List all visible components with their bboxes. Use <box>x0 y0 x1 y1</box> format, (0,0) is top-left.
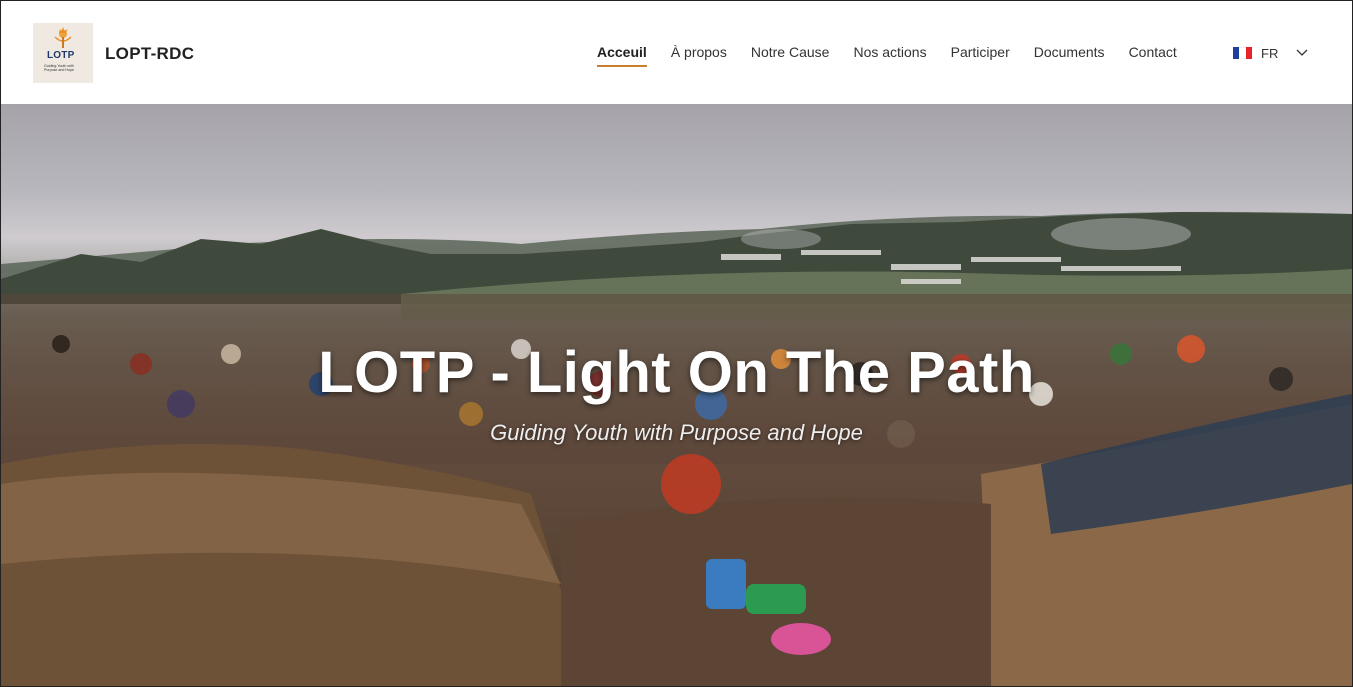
site-logo[interactable]: LOTP Guiding Youth with Purpose and Hope <box>33 23 93 83</box>
logo-text: LOTP <box>47 50 75 61</box>
hero-banner: LOTP - Light On The Path Guiding Youth w… <box>1 104 1352 686</box>
nav-item-nos-actions[interactable]: Nos actions <box>853 44 926 68</box>
nav-item-a-propos[interactable]: À propos <box>671 44 727 68</box>
nav-item-accueil[interactable]: Acceuil <box>597 44 647 68</box>
hero-title: LOTP - Light On The Path <box>318 340 1035 405</box>
nav-item-contact[interactable]: Contact <box>1129 44 1177 68</box>
hero-subtitle: Guiding Youth with Purpose and Hope <box>490 420 863 445</box>
brand-name[interactable]: LOPT-RDC <box>105 44 194 64</box>
site-header: LOTP Guiding Youth with Purpose and Hope… <box>1 1 1352 104</box>
nav-item-participer[interactable]: Participer <box>951 44 1010 68</box>
language-selector[interactable]: FR <box>1233 45 1308 61</box>
nav-item-documents[interactable]: Documents <box>1034 44 1105 68</box>
chevron-down-icon <box>1296 49 1308 56</box>
main-nav: Acceuil À propos Notre Cause Nos actions… <box>597 44 1201 68</box>
logo-tagline: Guiding Youth with Purpose and Hope <box>44 64 74 72</box>
language-label: FR <box>1261 45 1279 61</box>
france-flag-icon <box>1233 47 1252 59</box>
nav-item-notre-cause[interactable]: Notre Cause <box>751 44 830 68</box>
